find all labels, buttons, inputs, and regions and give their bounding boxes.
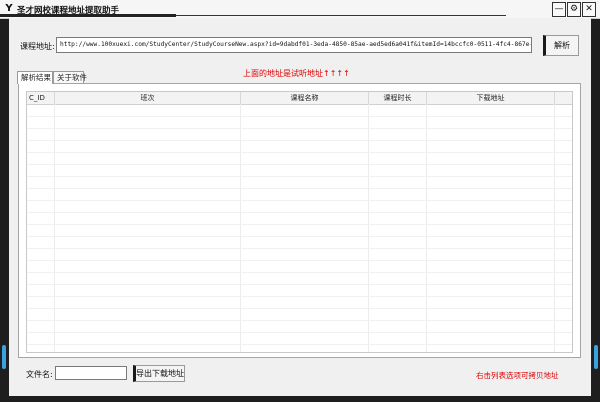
filename-input[interactable]	[55, 366, 127, 380]
row-line	[27, 152, 572, 153]
row-line	[27, 164, 572, 165]
column-header-course-name[interactable]: 课程名称	[241, 92, 369, 104]
frame-glow-right	[594, 345, 598, 369]
column-divider	[554, 104, 555, 352]
close-icon[interactable]: ✕	[582, 2, 596, 17]
row-line	[27, 308, 572, 309]
row-line	[27, 224, 572, 225]
column-divider	[240, 104, 241, 352]
column-divider	[368, 104, 369, 352]
row-line	[27, 284, 572, 285]
minimize-icon[interactable]: —	[552, 2, 566, 17]
row-line	[27, 344, 572, 345]
export-download-urls-button[interactable]: 导出下载地址	[133, 365, 185, 382]
column-header-duration[interactable]: 课程时长	[369, 92, 427, 104]
column-header-cid[interactable]: C_ID	[27, 92, 55, 104]
title-accent-bar	[0, 14, 176, 17]
row-line	[27, 188, 572, 189]
filename-label: 文件名:	[26, 370, 53, 379]
column-header-class[interactable]: 班次	[55, 92, 241, 104]
row-line	[27, 176, 572, 177]
window-frame-bottom	[0, 396, 600, 402]
trial-url-warning: 上面的地址是试听地址↑↑↑↑	[243, 69, 350, 78]
column-header-download-url[interactable]: 下载地址	[427, 92, 555, 104]
result-table[interactable]: C_ID 班次 课程名称 课程时长 下载地址	[26, 91, 573, 353]
row-line	[27, 200, 572, 201]
parse-button[interactable]: 解析	[543, 35, 579, 56]
row-line	[27, 260, 572, 261]
copy-hint: 右击列表选项可拷贝地址	[476, 371, 559, 380]
title-bar[interactable]: Y 圣才网校课程地址提取助手 — ⚙ ✕	[0, 0, 600, 19]
tab-about[interactable]: 关于软件	[53, 71, 87, 83]
course-url-label: 课程地址:	[20, 42, 55, 51]
title-accent-line	[176, 15, 506, 16]
row-line	[27, 116, 572, 117]
row-line	[27, 296, 572, 297]
row-line	[27, 320, 572, 321]
row-line	[27, 212, 572, 213]
table-header: C_ID 班次 课程名称 课程时长 下载地址	[27, 92, 572, 105]
settings-icon[interactable]: ⚙	[567, 2, 581, 17]
frame-glow-left	[2, 345, 6, 369]
course-url-input[interactable]: http://www.100xuexi.com/StudyCenter/Stud…	[56, 37, 532, 53]
tab-panel: C_ID 班次 课程名称 课程时长 下载地址	[18, 83, 581, 358]
row-line	[27, 248, 572, 249]
column-divider	[426, 104, 427, 352]
row-line	[27, 236, 572, 237]
column-divider	[54, 104, 55, 352]
row-line	[27, 332, 572, 333]
tab-parse-result[interactable]: 解析结果	[17, 71, 53, 84]
row-line	[27, 272, 572, 273]
row-line	[27, 128, 572, 129]
row-line	[27, 140, 572, 141]
app-window: Y 圣才网校课程地址提取助手 — ⚙ ✕ 课程地址: http://www.10…	[0, 0, 600, 402]
